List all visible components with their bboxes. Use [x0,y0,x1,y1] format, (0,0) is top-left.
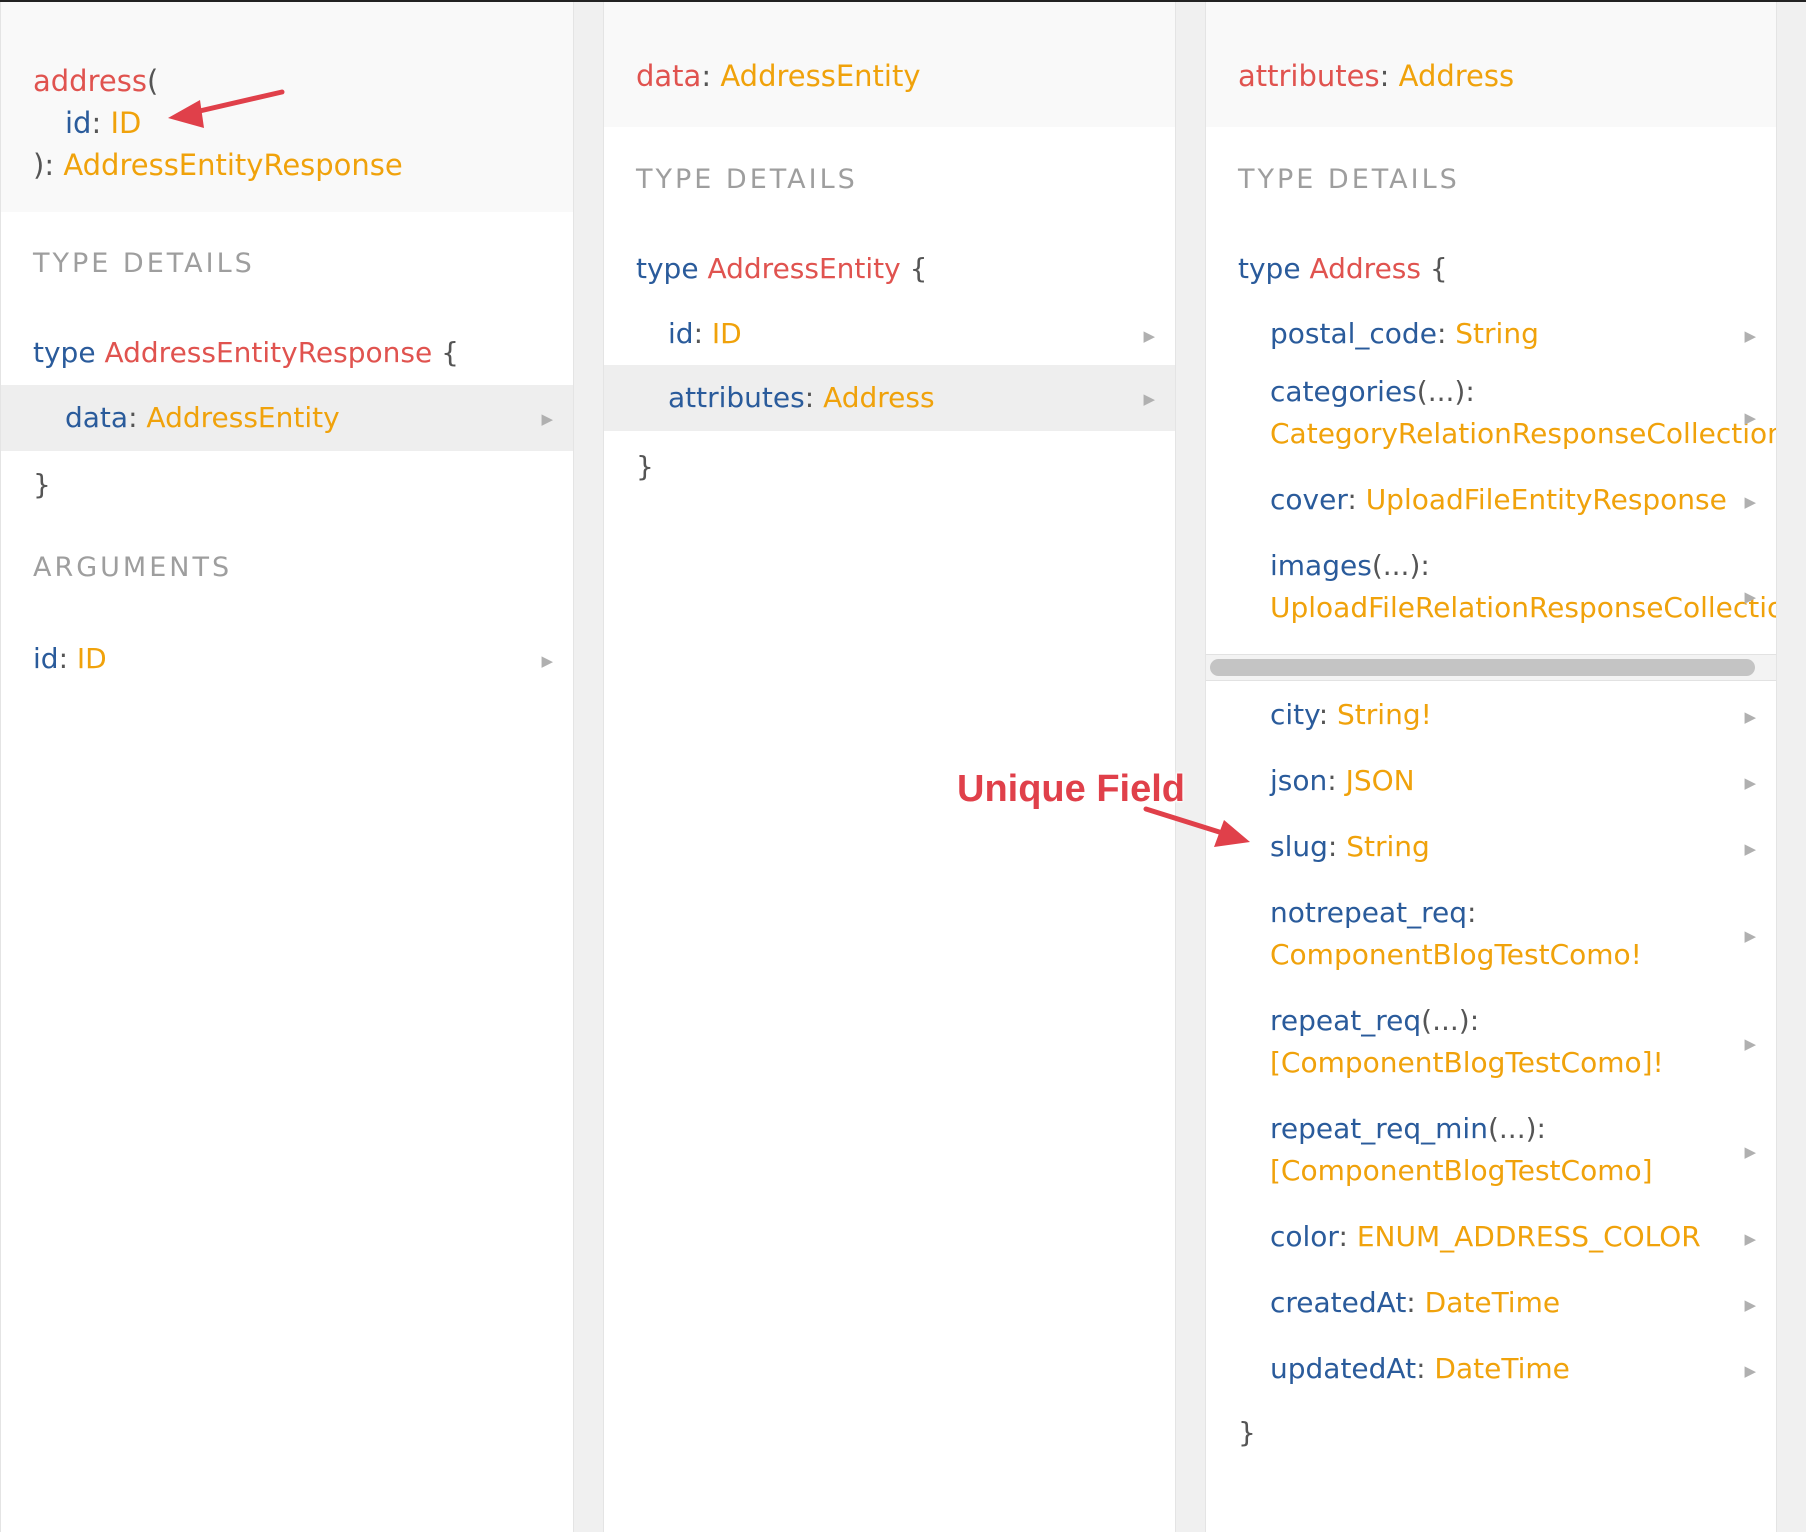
red-arrow-icon [168,89,285,128]
annotation-arrows [168,89,1250,847]
red-arrow-icon [1143,806,1250,847]
